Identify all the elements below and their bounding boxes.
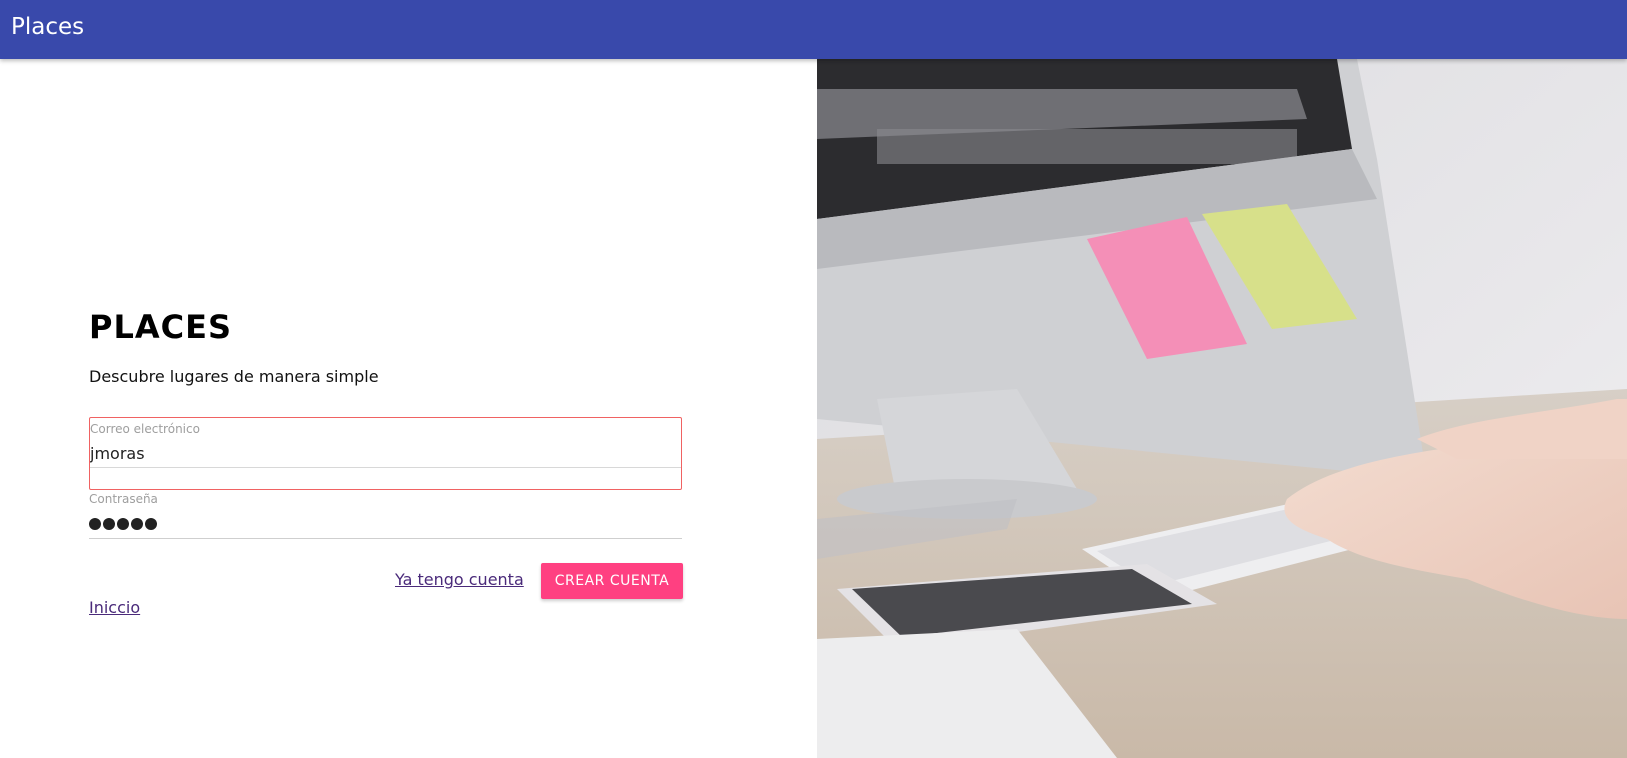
password-underline: [89, 538, 682, 539]
app-bar: Places: [0, 0, 1627, 59]
desk-photo-illustration: [817, 59, 1627, 758]
home-link[interactable]: Iniccio: [89, 598, 140, 617]
email-field[interactable]: Correo electrónico: [89, 417, 682, 490]
password-input[interactable]: [89, 518, 157, 530]
password-label: Contraseña: [89, 492, 158, 506]
hero-subtitle: Descubre lugares de manera simple: [89, 367, 379, 386]
hero-photo: [817, 59, 1627, 758]
have-account-link[interactable]: Ya tengo cuenta: [395, 570, 524, 589]
email-input[interactable]: [90, 444, 650, 463]
email-underline: [90, 467, 681, 468]
email-label: Correo electrónico: [90, 422, 200, 436]
password-dot: [131, 518, 143, 530]
create-account-button[interactable]: CREAR CUENTA: [541, 563, 683, 599]
password-dot: [145, 518, 157, 530]
password-dot: [117, 518, 129, 530]
signup-panel: [0, 59, 817, 758]
password-field[interactable]: Contraseña: [89, 491, 682, 539]
password-dot: [103, 518, 115, 530]
app-title: Places: [11, 14, 85, 40]
password-dot: [89, 518, 101, 530]
hero-title: PLACES: [89, 308, 232, 346]
